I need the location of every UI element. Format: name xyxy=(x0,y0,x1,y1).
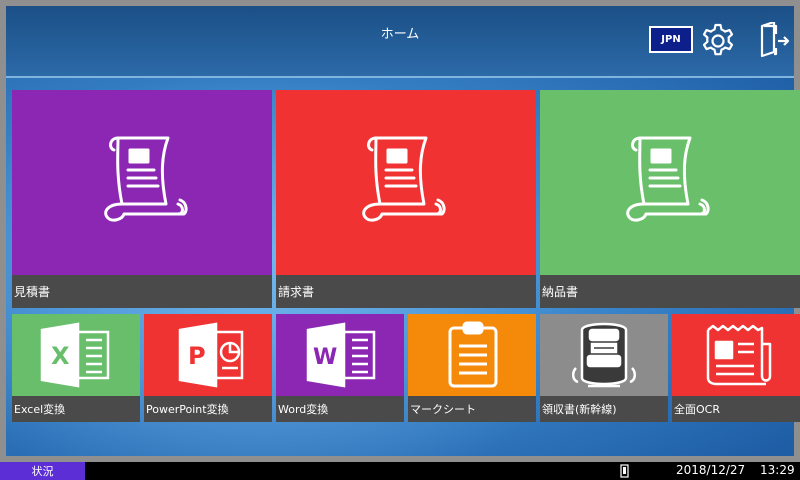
tile-delivery[interactable]: 納品書 xyxy=(540,90,800,308)
device-icon xyxy=(620,464,629,478)
tile-powerpoint[interactable]: P PowerPoint変換 xyxy=(144,314,272,422)
document-scroll-icon xyxy=(626,136,710,222)
logout-icon[interactable] xyxy=(752,22,790,60)
status-button[interactable]: 状況 xyxy=(0,462,85,480)
tile-label: 領収書(新幹線) xyxy=(540,396,668,422)
tile-invoice[interactable]: 請求書 xyxy=(276,90,536,308)
train-icon xyxy=(572,322,636,388)
status-time: 13:29 xyxy=(760,463,795,477)
tile-label: 納品書 xyxy=(540,275,800,308)
tile-receipt-train[interactable]: 領収書(新幹線) xyxy=(540,314,668,422)
tile-label: 全面OCR xyxy=(672,396,800,422)
document-scroll-icon xyxy=(362,136,446,222)
tile-label: 見積書 xyxy=(12,275,272,308)
tile-word[interactable]: W Word変換 xyxy=(276,314,404,422)
document-scroll-icon xyxy=(104,136,188,222)
status-date: 2018/12/27 xyxy=(676,463,746,477)
svg-text:W: W xyxy=(313,345,337,370)
svg-text:X: X xyxy=(51,342,70,370)
tile-full-ocr[interactable]: 全面OCR xyxy=(672,314,800,422)
status-bar: 状況 2018/12/27 13:29 xyxy=(0,462,800,480)
tile-label: マークシート xyxy=(408,396,536,422)
tile-excel[interactable]: X Excel変換 xyxy=(12,314,140,422)
tile-label: Word変換 xyxy=(276,396,404,422)
tile-marksheet[interactable]: マークシート xyxy=(408,314,536,422)
tile-label: 請求書 xyxy=(276,275,536,308)
tile-label: Excel変換 xyxy=(12,396,140,422)
svg-text:P: P xyxy=(188,342,206,370)
gear-icon[interactable] xyxy=(699,22,737,60)
tile-estimate[interactable]: 見積書 xyxy=(12,90,272,308)
powerpoint-icon: P xyxy=(178,322,244,388)
tile-label: PowerPoint変換 xyxy=(144,396,272,422)
newspaper-icon xyxy=(706,324,772,386)
clipboard-icon xyxy=(448,321,498,388)
excel-icon: X xyxy=(40,322,110,388)
word-icon: W xyxy=(306,322,376,388)
language-button[interactable]: JPN xyxy=(649,26,693,53)
header-bar: ホーム JPN xyxy=(6,6,794,78)
